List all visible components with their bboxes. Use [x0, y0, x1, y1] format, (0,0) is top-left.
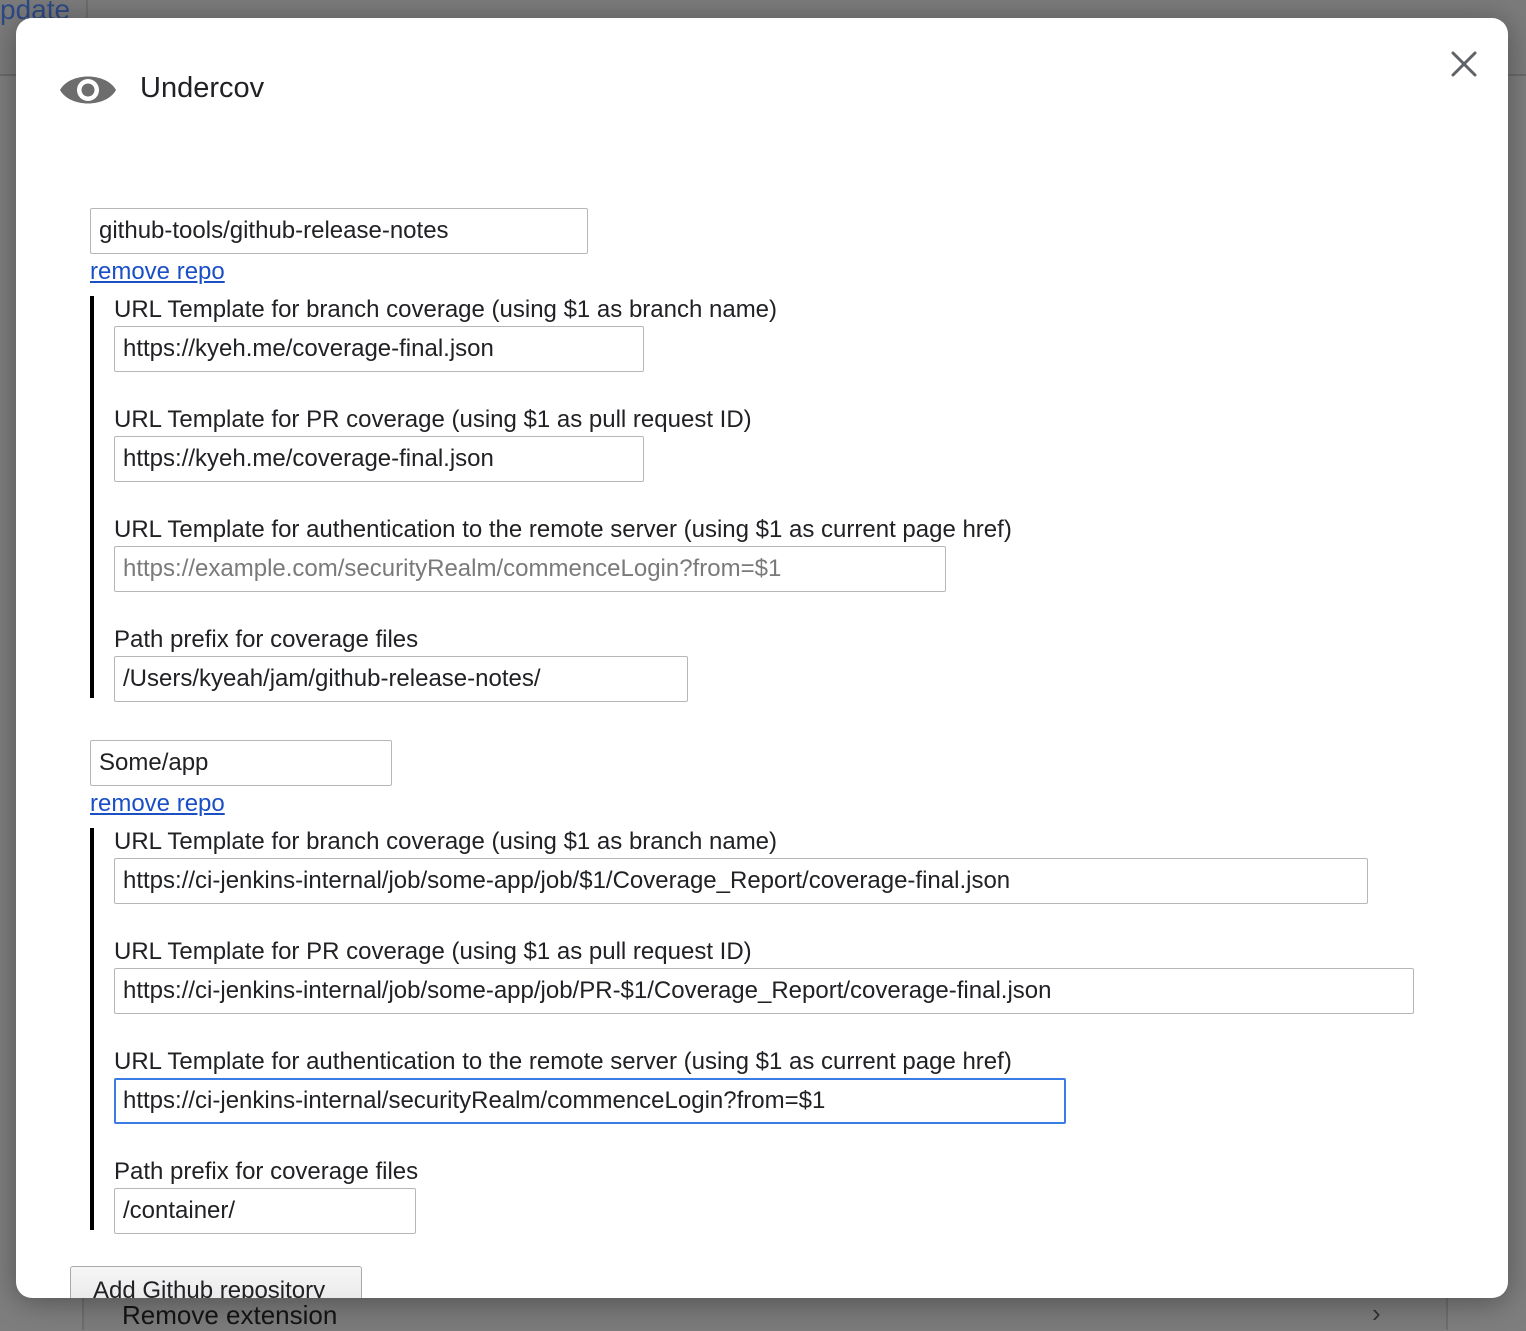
- path-prefix-field: Path prefix for coverage files: [114, 1158, 1474, 1234]
- repo-name-input[interactable]: [90, 740, 392, 786]
- pr-coverage-field: URL Template for PR coverage (using $1 a…: [114, 406, 1474, 482]
- add-github-repository-button[interactable]: Add Github repository: [70, 1266, 362, 1298]
- pr-coverage-field: URL Template for PR coverage (using $1 a…: [114, 938, 1474, 1014]
- pr-coverage-label: URL Template for PR coverage (using $1 a…: [114, 938, 752, 965]
- auth-url-label: URL Template for authentication to the r…: [114, 1048, 1012, 1075]
- branch-coverage-field: URL Template for branch coverage (using …: [114, 828, 1474, 904]
- background-chevron-right-icon: ›: [1372, 1298, 1381, 1328]
- auth-url-label: URL Template for authentication to the r…: [114, 516, 1012, 543]
- auth-url-field: URL Template for authentication to the r…: [114, 516, 1474, 592]
- options-dialog: Undercov remove repo URL Template for br…: [16, 18, 1508, 1298]
- branch-coverage-input[interactable]: [114, 326, 644, 372]
- repo-settings: URL Template for branch coverage (using …: [90, 828, 1474, 1234]
- repo-section: remove repo URL Template for branch cove…: [90, 740, 1474, 1234]
- path-prefix-field: Path prefix for coverage files: [114, 626, 1474, 702]
- path-prefix-label: Path prefix for coverage files: [114, 626, 419, 653]
- dialog-content: remove repo URL Template for branch cove…: [16, 18, 1508, 1298]
- repo-settings: URL Template for branch coverage (using …: [90, 296, 1474, 702]
- pr-coverage-input[interactable]: [114, 436, 644, 482]
- remove-repo-link[interactable]: remove repo: [90, 790, 225, 818]
- path-prefix-label: Path prefix for coverage files: [114, 1158, 419, 1185]
- background-remove-extension: Remove extension: [122, 1300, 338, 1330]
- auth-url-input[interactable]: [114, 1078, 1066, 1124]
- pr-coverage-label: URL Template for PR coverage (using $1 a…: [114, 406, 752, 433]
- repo-section: remove repo URL Template for branch cove…: [90, 208, 1474, 702]
- branch-coverage-label: URL Template for branch coverage (using …: [114, 828, 778, 855]
- path-prefix-input[interactable]: [114, 1188, 416, 1234]
- branch-coverage-label: URL Template for branch coverage (using …: [114, 296, 778, 323]
- repo-name-input[interactable]: [90, 208, 588, 254]
- branch-coverage-input[interactable]: [114, 858, 1368, 904]
- branch-coverage-field: URL Template for branch coverage (using …: [114, 296, 1474, 372]
- remove-repo-link[interactable]: remove repo: [90, 258, 225, 286]
- pr-coverage-input[interactable]: [114, 968, 1414, 1014]
- path-prefix-input[interactable]: [114, 656, 688, 702]
- auth-url-input[interactable]: [114, 546, 946, 592]
- auth-url-field: URL Template for authentication to the r…: [114, 1048, 1474, 1124]
